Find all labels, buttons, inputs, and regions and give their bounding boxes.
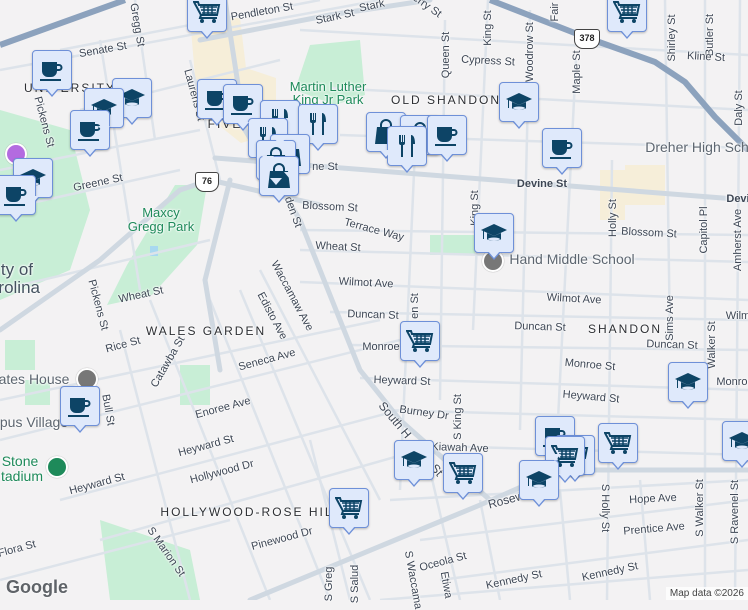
cafe-marker[interactable] (60, 386, 100, 433)
university-label[interactable]: ty of (1, 261, 33, 279)
street-label: Wilm (725, 310, 748, 322)
neighborhood-label: WALES GARDEN (145, 324, 267, 338)
street-label: Heyward St (373, 374, 431, 388)
cafe-marker[interactable] (542, 128, 582, 175)
school-marker[interactable] (394, 440, 434, 487)
street-label: en St (409, 293, 421, 319)
poi-label-stone-stadium[interactable]: Stone (2, 454, 39, 468)
poi-label-gates-house[interactable]: ates House (0, 371, 69, 387)
street-label: S Salud (349, 564, 361, 604)
restaurant-marker[interactable] (387, 126, 427, 173)
cart-icon (335, 494, 363, 522)
street-label: Hope Ave (628, 491, 678, 507)
street-label: Duncan St (347, 308, 399, 322)
street-label: Butler St (704, 13, 716, 57)
neighborhood-label: SHANDON (587, 322, 663, 336)
coffee-cup-icon (229, 90, 257, 118)
poi-label-hand-middle[interactable]: Hand Middle School (509, 251, 634, 267)
map-attribution[interactable]: Map data ©2026 (665, 587, 748, 600)
graduation-cap-icon (480, 219, 508, 247)
coffee-cup-icon (433, 121, 461, 149)
street-label: S Ravenel St (729, 479, 741, 545)
poi-label-stone-stadium[interactable]: tadium (1, 469, 43, 483)
google-logo[interactable]: Google (6, 577, 68, 598)
grocery-marker[interactable] (329, 488, 369, 535)
university-label[interactable]: rolina (0, 279, 40, 297)
street-label: Daly St (733, 90, 745, 126)
street-label: ne St (312, 161, 338, 173)
street-label: Wheat St (315, 239, 361, 255)
cafe-marker[interactable] (32, 50, 72, 97)
cart-icon (406, 327, 434, 355)
street-label: S King St (452, 394, 464, 440)
school-marker[interactable] (722, 421, 748, 468)
street-label: Holly St (607, 199, 619, 237)
street-label: Devine St (516, 178, 568, 190)
street-label: Shirley St (666, 14, 678, 62)
graduation-cap-icon (525, 466, 553, 494)
street-label: S Holly St (599, 483, 611, 533)
school-marker[interactable] (499, 82, 539, 129)
cart-icon (449, 459, 477, 487)
grocery-marker[interactable] (607, 0, 647, 39)
street-label: Woodrow St (524, 22, 536, 82)
graduation-cap-icon (400, 446, 428, 474)
graduation-cap-icon (728, 427, 748, 455)
grocery-marker[interactable] (400, 321, 440, 368)
cart-icon (613, 0, 641, 26)
street-label: Monroe (362, 341, 400, 353)
graduation-cap-icon (674, 368, 702, 396)
neighborhood-label: HOLLYWOOD-ROSE HIL (160, 505, 334, 519)
street-label: Monroe (716, 376, 748, 388)
street-label: S Greg (323, 566, 335, 602)
graduation-cap-icon (505, 88, 533, 116)
street-label: Duncan St (514, 320, 566, 334)
school-marker[interactable] (519, 460, 559, 507)
cafe-marker[interactable] (427, 115, 467, 162)
poi-label-campus-village[interactable]: pus Village (0, 414, 68, 430)
grocery-marker[interactable] (443, 453, 483, 500)
cart-icon (193, 0, 221, 26)
us-76-shield: 76 (195, 172, 219, 192)
street-label: Devi (726, 193, 748, 205)
street-label: Kline St (686, 50, 726, 64)
coffee-cup-icon (2, 181, 30, 209)
us-378-shield: 378 (574, 29, 600, 49)
street-label: S Walker St (694, 479, 706, 537)
grocery-marker[interactable] (187, 0, 227, 39)
coffee-cup-icon (548, 134, 576, 162)
street-label: Queen St (440, 31, 452, 79)
stadium-pin-icon[interactable] (46, 456, 68, 478)
street-label: Amherst Ave (732, 208, 744, 272)
grocery-marker[interactable] (598, 423, 638, 470)
poi-label-dreher[interactable]: Dreher High Sch (645, 139, 748, 155)
street-label: King St (482, 10, 494, 46)
school-marker[interactable] (668, 362, 708, 409)
neighborhood-label: OLD SHANDON (390, 93, 502, 107)
park-label-maxcy-gregg[interactable]: Maxcy (142, 206, 180, 220)
cafe-marker[interactable] (0, 175, 36, 222)
street-label: Walker St (706, 321, 718, 369)
coffee-cup-icon (66, 392, 94, 420)
cart-icon (604, 429, 632, 457)
street-label: Sims Ave (664, 295, 676, 341)
street-label: Fair (549, 2, 561, 22)
school-marker[interactable] (474, 213, 514, 260)
coffee-cup-icon (38, 56, 66, 84)
street-label: Maple St (571, 50, 583, 94)
park-label-maxcy-gregg[interactable]: Gregg Park (128, 220, 194, 234)
street-label: Capitol Pl (698, 206, 710, 254)
